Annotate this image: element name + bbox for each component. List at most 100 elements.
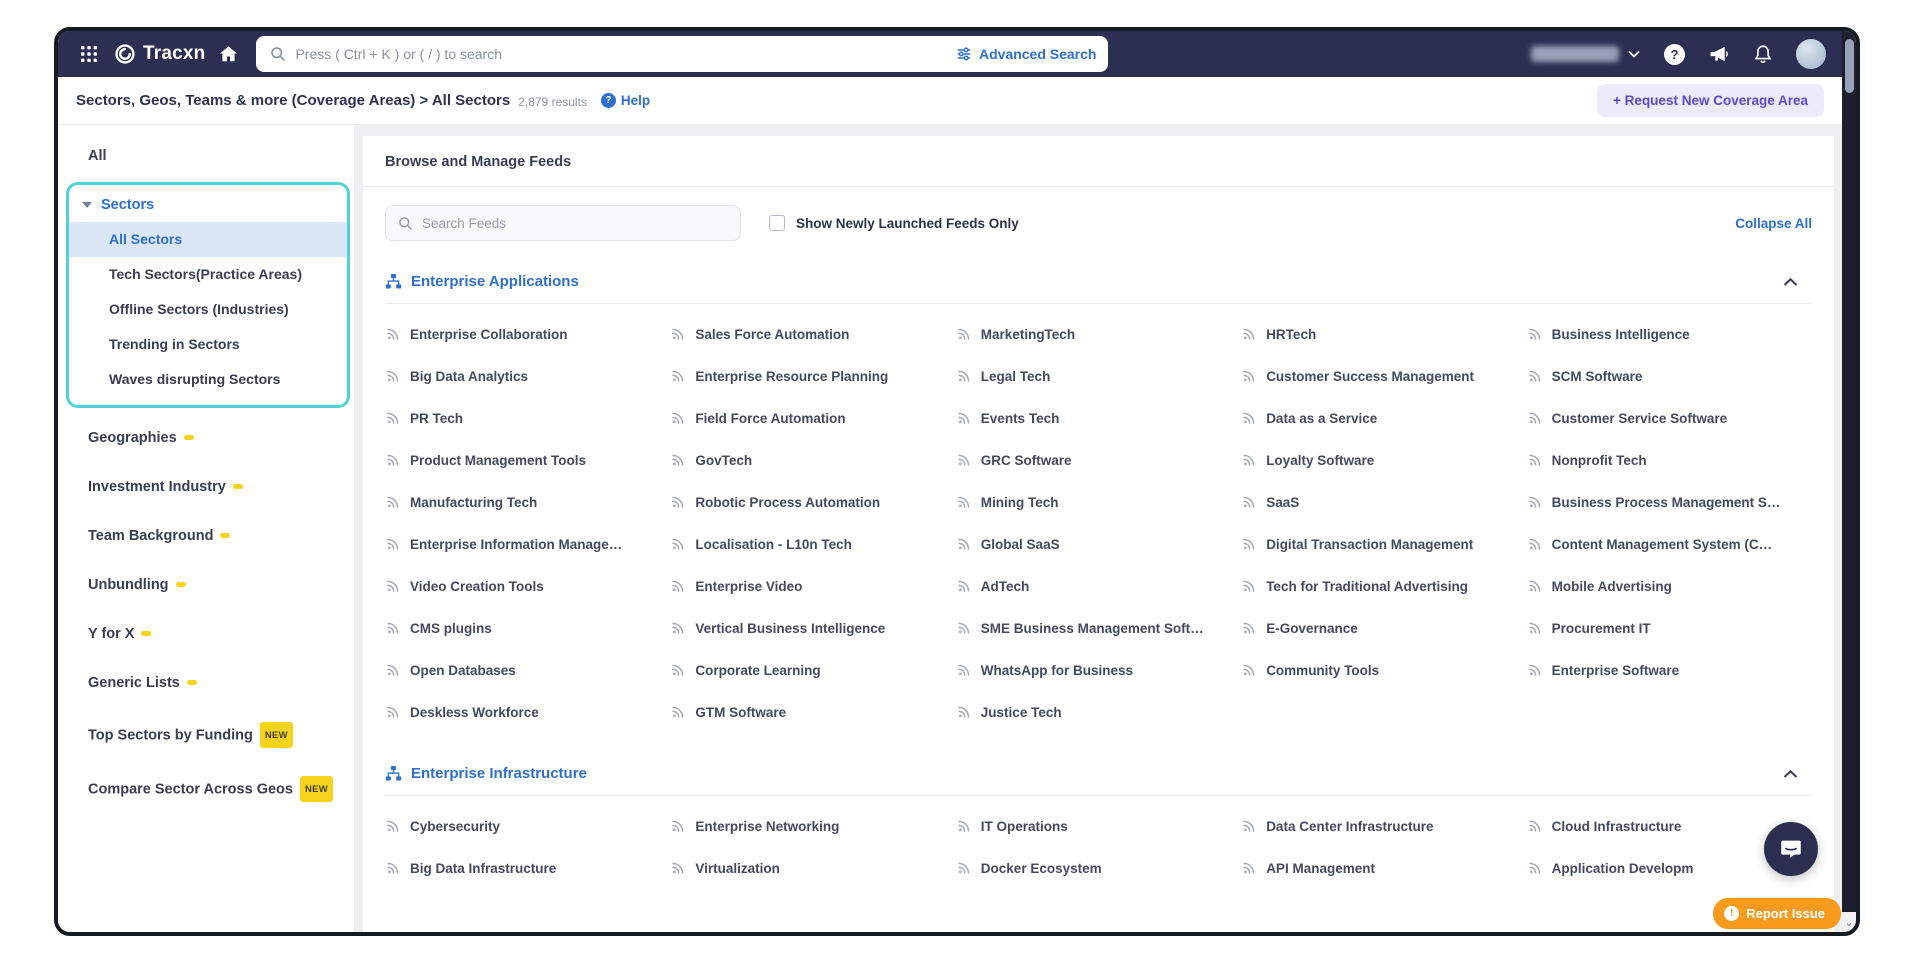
scrollbar[interactable]: ⌄ bbox=[1842, 31, 1856, 932]
feed-item[interactable]: Corporate Learning bbox=[670, 649, 955, 691]
feed-item[interactable]: Events Tech bbox=[956, 397, 1241, 439]
feed-item[interactable]: Enterprise Networking bbox=[670, 805, 955, 847]
feed-item[interactable]: SCM Software bbox=[1527, 355, 1812, 397]
sidebar-item-team-background[interactable]: Team Background bbox=[58, 512, 354, 561]
feed-item[interactable]: Open Databases bbox=[385, 649, 670, 691]
global-search-input[interactable] bbox=[295, 46, 947, 62]
feed-item[interactable]: Robotic Process Automation bbox=[670, 481, 955, 523]
feed-item[interactable]: Video Creation Tools bbox=[385, 565, 670, 607]
collapse-all-link[interactable]: Collapse All bbox=[1735, 216, 1812, 231]
feed-item[interactable]: Vertical Business Intelligence bbox=[670, 607, 955, 649]
feed-item[interactable]: Tech for Traditional Advertising bbox=[1241, 565, 1526, 607]
feed-item[interactable]: API Management bbox=[1241, 847, 1526, 889]
feed-item[interactable]: Mining Tech bbox=[956, 481, 1241, 523]
feed-item[interactable]: MarketingTech bbox=[956, 313, 1241, 355]
sidebar-item-unbundling[interactable]: Unbundling bbox=[58, 561, 354, 610]
feed-item[interactable]: AdTech bbox=[956, 565, 1241, 607]
feed-item[interactable]: WhatsApp for Business bbox=[956, 649, 1241, 691]
sidebar-item-generic-lists[interactable]: Generic Lists bbox=[58, 659, 354, 708]
sidebar-item-compare-sector-across-geos[interactable]: Compare Sector Across GeosNEW bbox=[58, 762, 354, 816]
feed-item[interactable]: Community Tools bbox=[1241, 649, 1526, 691]
feed-item[interactable]: Enterprise Video bbox=[670, 565, 955, 607]
feed-item[interactable]: Virtualization bbox=[670, 847, 955, 889]
feed-item[interactable]: Enterprise Resource Planning bbox=[670, 355, 955, 397]
feed-item[interactable]: Digital Transaction Management bbox=[1241, 523, 1526, 565]
app-grid-icon[interactable] bbox=[80, 45, 98, 63]
feed-item[interactable]: PR Tech bbox=[385, 397, 670, 439]
feed-item[interactable]: Big Data Analytics bbox=[385, 355, 670, 397]
rss-icon bbox=[1241, 860, 1257, 876]
feed-item[interactable]: Enterprise Software bbox=[1527, 649, 1812, 691]
feed-item[interactable]: Docker Ecosystem bbox=[956, 847, 1241, 889]
feed-item[interactable]: Mobile Advertising bbox=[1527, 565, 1812, 607]
feed-search-input[interactable] bbox=[422, 216, 728, 231]
feed-item[interactable]: Enterprise Information Manage… bbox=[385, 523, 670, 565]
feed-item[interactable]: Data as a Service bbox=[1241, 397, 1526, 439]
feed-item[interactable]: SaaS bbox=[1241, 481, 1526, 523]
newly-launched-checkbox[interactable] bbox=[769, 215, 785, 231]
sidebar-item-y-for-x[interactable]: Y for X bbox=[58, 610, 354, 659]
feed-item[interactable]: Product Management Tools bbox=[385, 439, 670, 481]
user-menu[interactable] bbox=[1531, 46, 1640, 62]
feed-item[interactable]: Big Data Infrastructure bbox=[385, 847, 670, 889]
feed-item[interactable]: Field Force Automation bbox=[670, 397, 955, 439]
sidebar-subitem-all-sectors[interactable]: All Sectors bbox=[69, 222, 347, 257]
sidebar-item-investment-industry[interactable]: Investment Industry bbox=[58, 463, 354, 512]
feed-item[interactable]: Localisation - L10n Tech bbox=[670, 523, 955, 565]
chevron-up-icon[interactable] bbox=[1783, 277, 1798, 287]
feed-item[interactable]: GRC Software bbox=[956, 439, 1241, 481]
feed-item[interactable]: Sales Force Automation bbox=[670, 313, 955, 355]
sidebar-item-top-sectors-by-funding[interactable]: Top Sectors by FundingNEW bbox=[58, 708, 354, 762]
sidebar-item-sectors[interactable]: Sectors bbox=[69, 194, 347, 222]
help-icon[interactable]: ? bbox=[1664, 44, 1685, 65]
feed-item[interactable]: Enterprise Collaboration bbox=[385, 313, 670, 355]
newly-launched-filter[interactable]: Show Newly Launched Feeds Only bbox=[769, 215, 1019, 231]
section-title-enterprise-infrastructure[interactable]: Enterprise Infrastructure bbox=[411, 765, 587, 782]
sidebar-item-geographies[interactable]: Geographies bbox=[58, 414, 354, 463]
feed-item[interactable]: Deskless Workforce bbox=[385, 691, 670, 733]
request-new-coverage-area-button[interactable]: + Request New Coverage Area bbox=[1597, 84, 1824, 117]
home-icon[interactable] bbox=[219, 45, 238, 63]
feed-item[interactable]: IT Operations bbox=[956, 805, 1241, 847]
feed-item[interactable]: Manufacturing Tech bbox=[385, 481, 670, 523]
feed-item[interactable]: Customer Success Management bbox=[1241, 355, 1526, 397]
scrollbar-down-arrow[interactable]: ⌄ bbox=[1842, 912, 1856, 932]
chat-widget-button[interactable] bbox=[1764, 822, 1818, 876]
feed-item[interactable]: Nonprofit Tech bbox=[1527, 439, 1812, 481]
sidebar-subitem-offline-sectors-industries[interactable]: Offline Sectors (Industries) bbox=[69, 292, 347, 327]
advanced-search-button[interactable]: Advanced Search bbox=[956, 46, 1097, 62]
feed-search[interactable] bbox=[385, 205, 741, 241]
feed-item[interactable]: SME Business Management Soft… bbox=[956, 607, 1241, 649]
feed-label: Video Creation Tools bbox=[410, 579, 544, 594]
feed-item[interactable]: Cybersecurity bbox=[385, 805, 670, 847]
global-search[interactable]: Advanced Search bbox=[256, 36, 1108, 72]
tracxn-logo[interactable]: Tracxn bbox=[114, 43, 205, 65]
feed-item[interactable]: Business Intelligence bbox=[1527, 313, 1812, 355]
report-issue-button[interactable]: ! Report Issue bbox=[1713, 898, 1841, 929]
feed-item[interactable]: GovTech bbox=[670, 439, 955, 481]
scrollbar-thumb[interactable] bbox=[1845, 39, 1854, 93]
sidebar-item-all[interactable]: All bbox=[58, 135, 354, 176]
feed-item[interactable]: Procurement IT bbox=[1527, 607, 1812, 649]
feed-item[interactable]: Customer Service Software bbox=[1527, 397, 1812, 439]
feed-item[interactable]: Business Process Management S… bbox=[1527, 481, 1812, 523]
feed-item[interactable]: Content Management System (C… bbox=[1527, 523, 1812, 565]
sidebar-subitem-trending-in-sectors[interactable]: Trending in Sectors bbox=[69, 327, 347, 362]
help-link[interactable]: ? Help bbox=[601, 93, 650, 108]
feed-item[interactable]: HRTech bbox=[1241, 313, 1526, 355]
announcements-megaphone-icon[interactable] bbox=[1709, 45, 1730, 63]
feed-item[interactable]: GTM Software bbox=[670, 691, 955, 733]
feed-item[interactable]: Data Center Infrastructure bbox=[1241, 805, 1526, 847]
feed-item[interactable]: Legal Tech bbox=[956, 355, 1241, 397]
sidebar-subitem-waves-disrupting-sectors[interactable]: Waves disrupting Sectors bbox=[69, 362, 347, 397]
sidebar-subitem-tech-sectors-practice-areas[interactable]: Tech Sectors(Practice Areas) bbox=[69, 257, 347, 292]
feed-item[interactable]: Justice Tech bbox=[956, 691, 1241, 733]
feed-item[interactable]: CMS plugins bbox=[385, 607, 670, 649]
chevron-up-icon[interactable] bbox=[1783, 769, 1798, 779]
avatar[interactable] bbox=[1796, 39, 1826, 69]
feed-item[interactable]: Global SaaS bbox=[956, 523, 1241, 565]
notifications-bell-icon[interactable] bbox=[1754, 44, 1772, 64]
feed-item[interactable]: E-Governance bbox=[1241, 607, 1526, 649]
feed-item[interactable]: Loyalty Software bbox=[1241, 439, 1526, 481]
section-title-enterprise-applications[interactable]: Enterprise Applications bbox=[411, 273, 579, 290]
